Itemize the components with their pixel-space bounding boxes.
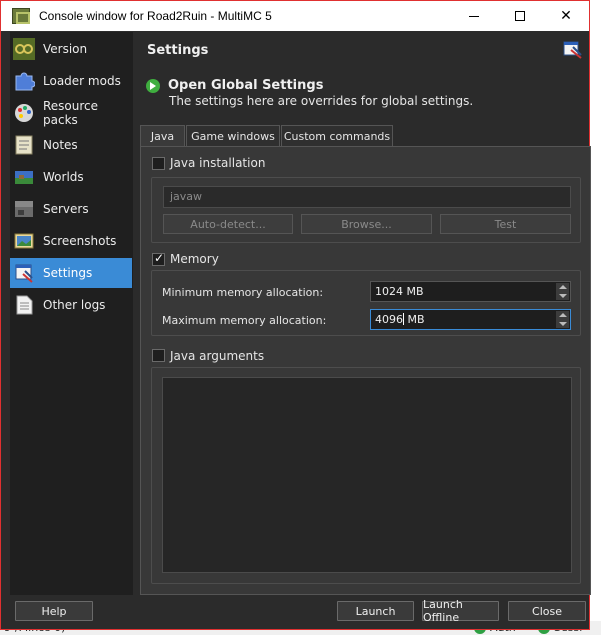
max-memory-spinbox[interactable]: 4096 MB	[370, 309, 571, 330]
global-settings-description: The settings here are overrides for glob…	[169, 94, 474, 108]
sidebar-item-worlds[interactable]: Worlds	[10, 162, 132, 192]
window-title: Console window for Road2Ruin - MultiMC 5	[39, 9, 272, 23]
memory-label: Memory	[170, 252, 219, 266]
sidebar-item-resource-packs[interactable]: Resource packs	[10, 98, 132, 128]
tab-custom-commands[interactable]: Custom commands	[281, 125, 393, 146]
page-title: Settings	[147, 43, 209, 58]
maximize-button[interactable]	[497, 1, 543, 31]
java-tab-panel: Java installation javaw Auto-detect... B…	[140, 146, 591, 595]
close-button[interactable]: Close	[508, 601, 586, 621]
java-path-field[interactable]: javaw	[163, 186, 571, 208]
maximize-icon	[515, 11, 525, 21]
sidebar-item-loader-mods[interactable]: Loader mods	[10, 66, 132, 96]
java-arguments-label: Java arguments	[170, 349, 265, 363]
settings-help-icon[interactable]	[563, 40, 583, 60]
min-memory-spin-arrows[interactable]	[556, 283, 569, 300]
arrow-down-icon[interactable]	[556, 319, 569, 328]
sidebar-item-other-logs[interactable]: Other logs	[10, 290, 132, 320]
close-window-button[interactable]: ✕	[543, 1, 589, 31]
server-icon	[13, 198, 35, 220]
max-memory-label: Maximum memory allocation:	[162, 314, 327, 327]
launch-button[interactable]: Launch	[337, 601, 414, 621]
arrow-up-icon[interactable]	[556, 283, 569, 292]
sidebar-item-screenshots[interactable]: Screenshots	[10, 226, 132, 256]
java-installation-checkbox[interactable]	[152, 157, 165, 170]
sidebar-item-label: Servers	[43, 202, 89, 216]
settings-icon	[13, 262, 35, 284]
min-memory-spinbox[interactable]: 1024 MB	[370, 281, 571, 302]
sidebar-item-notes[interactable]: Notes	[10, 130, 132, 160]
java-arguments-textarea[interactable]	[162, 377, 572, 573]
sidebar-item-label: Loader mods	[43, 74, 121, 88]
puzzle-icon	[13, 70, 36, 92]
console-window: Console window for Road2Ruin - MultiMC 5…	[0, 0, 591, 630]
multimc-app-icon	[12, 8, 30, 24]
sidebar-item-label: Resource packs	[43, 99, 99, 127]
arrow-down-icon[interactable]	[556, 291, 569, 300]
java-installation-label: Java installation	[170, 156, 266, 170]
min-memory-value: 1024 MB	[375, 285, 424, 298]
min-memory-label: Minimum memory allocation:	[162, 286, 324, 299]
close-icon: ✕	[560, 8, 572, 24]
settings-page: Settings Open Global Settings The settin…	[140, 32, 591, 595]
auto-detect-button[interactable]: Auto-detect...	[163, 214, 293, 234]
open-arrow-icon[interactable]	[146, 79, 160, 93]
sidebar-item-label: Worlds	[43, 170, 84, 184]
sidebar-item-label: Notes	[43, 138, 78, 152]
memory-checkbox[interactable]	[152, 251, 165, 266]
max-memory-value: 4096	[375, 313, 403, 326]
notebook-icon	[13, 134, 35, 156]
sidebar: Version Loader mods Resource packs Notes…	[10, 32, 133, 595]
screenshot-icon	[13, 230, 35, 252]
palette-icon	[13, 102, 35, 124]
sidebar-item-version[interactable]: Version	[10, 34, 132, 64]
arrow-up-icon[interactable]	[556, 311, 569, 320]
test-button[interactable]: Test	[440, 214, 571, 234]
minecraft-version-icon	[13, 38, 35, 60]
browse-button[interactable]: Browse...	[301, 214, 432, 234]
max-memory-spin-arrows[interactable]	[556, 311, 569, 328]
max-memory-unit: MB	[404, 313, 425, 326]
launch-offline-button[interactable]: Launch Offline	[422, 598, 499, 624]
sidebar-item-label: Settings	[43, 266, 93, 280]
tab-java[interactable]: Java	[140, 125, 185, 147]
title-bar[interactable]: Console window for Road2Ruin - MultiMC 5…	[1, 1, 589, 31]
sidebar-item-servers[interactable]: Servers	[10, 194, 132, 224]
sidebar-item-settings[interactable]: Settings	[10, 258, 132, 288]
java-arguments-checkbox[interactable]	[152, 349, 165, 362]
sidebar-item-label: Version	[43, 42, 88, 56]
open-global-settings-link[interactable]: Open Global Settings	[168, 78, 323, 93]
minimize-button[interactable]	[451, 1, 497, 31]
sidebar-item-label: Other logs	[43, 298, 106, 312]
help-button[interactable]: Help	[15, 601, 93, 621]
sidebar-item-label: Screenshots	[43, 234, 117, 248]
world-icon	[13, 166, 35, 188]
tab-game-windows[interactable]: Game windows	[186, 125, 280, 146]
minimize-icon	[469, 15, 479, 17]
log-file-icon	[13, 294, 35, 316]
